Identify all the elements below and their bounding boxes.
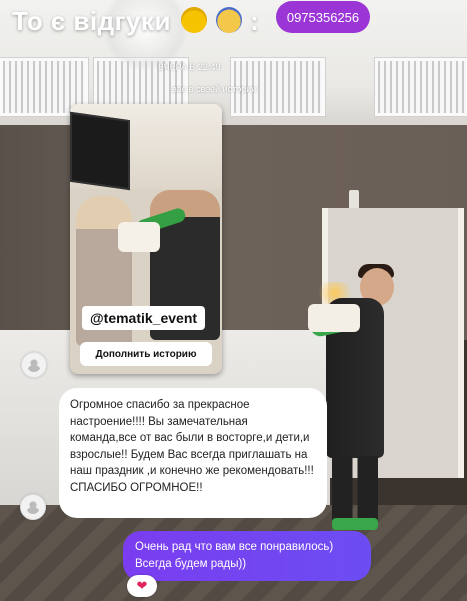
heart-reaction-icon[interactable]: ❤: [127, 575, 157, 597]
story-mention-text: вас в своей истории: [172, 84, 257, 94]
incoming-message-bubble[interactable]: Огромное спасибо за прекрасное настроени…: [59, 388, 327, 518]
sender-avatar[interactable]: [21, 352, 47, 378]
outgoing-message-bubble[interactable]: Очень рад что вам все понравилось) Всегд…: [123, 531, 371, 581]
add-to-story-button[interactable]: Дополнить историю: [80, 342, 212, 366]
tv-screen: [70, 111, 130, 191]
page-title: То є відгуки :: [12, 6, 259, 37]
shared-story-card[interactable]: @tematik_event Дополнить историю: [70, 104, 222, 374]
title-text: То є відгуки: [12, 6, 171, 36]
title-separator: :: [250, 6, 260, 36]
birthday-cake: [308, 304, 360, 332]
story-cake: [118, 222, 160, 252]
story-mention-meta: ВЧЕРА В 22:49 вас в своей истории: [158, 54, 256, 102]
story-mention-tag[interactable]: @tematik_event: [82, 306, 206, 330]
ceiling-vent: [375, 58, 467, 116]
screaming-face-emoji-icon: [216, 7, 243, 34]
phone-number-badge[interactable]: 0975356256: [276, 1, 370, 33]
star-struck-emoji-icon: [180, 7, 207, 34]
sender-avatar[interactable]: [20, 494, 46, 520]
